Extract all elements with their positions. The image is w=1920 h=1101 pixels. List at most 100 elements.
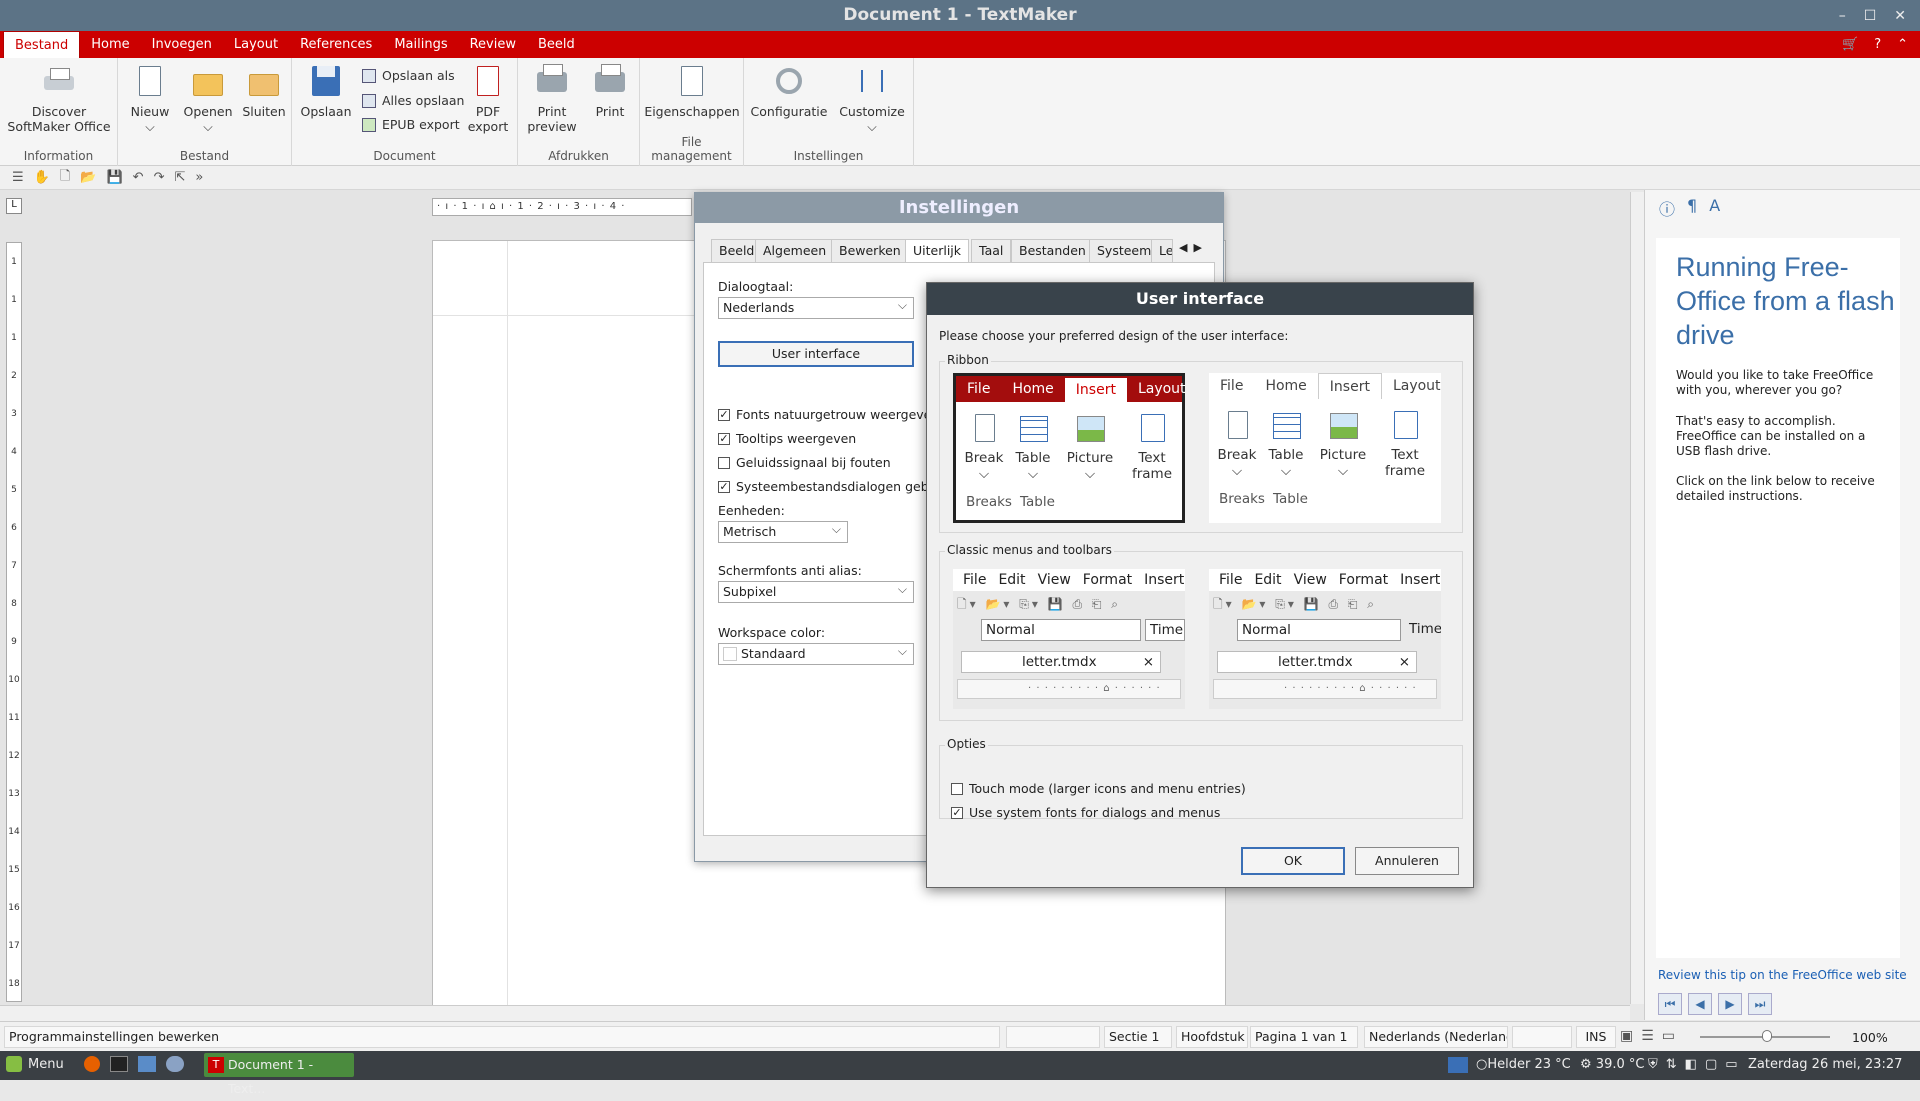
draft-view-icon[interactable]: ▭ bbox=[1662, 1028, 1675, 1044]
classic-design-option-2[interactable]: FileEditViewFormatInsertC 🗋▾ 📂▾ ⎘▾ 💾 ⎙ ⎗… bbox=[1209, 569, 1441, 709]
hand-icon[interactable]: ✋ bbox=[34, 170, 50, 185]
cart-icon[interactable]: 🛒 bbox=[1842, 37, 1858, 52]
tab-systeem[interactable]: Systeem bbox=[1089, 239, 1160, 263]
nieuw-button[interactable]: Nieuw ⌵ bbox=[124, 64, 176, 134]
opslaan-button[interactable]: Opslaan bbox=[296, 64, 356, 119]
weather-status[interactable]: ○Helder 23 °C bbox=[1476, 1057, 1571, 1072]
network-icon[interactable]: ⇅ bbox=[1666, 1057, 1677, 1072]
collapse-ribbon-icon[interactable]: ⌃ bbox=[1897, 37, 1908, 52]
tab-review[interactable]: Review bbox=[459, 31, 527, 58]
pilcrow-icon[interactable]: ¶ bbox=[1687, 196, 1697, 220]
tooltips-checkbox[interactable]: ✓ Tooltips weergeven bbox=[718, 431, 856, 446]
notification-icon[interactable]: ▢ bbox=[1705, 1057, 1717, 1072]
tab-bewerken[interactable]: Bewerken bbox=[831, 239, 909, 263]
tab-scroll-right-icon[interactable]: ▶ bbox=[1193, 241, 1201, 254]
volume-icon[interactable]: ◧ bbox=[1685, 1057, 1697, 1072]
dialoogtaal-select[interactable]: Nederlands bbox=[718, 295, 914, 319]
previous-tip-button[interactable]: ◀ bbox=[1688, 993, 1712, 1015]
undo-icon[interactable]: ↶ bbox=[133, 170, 144, 185]
classic-design-option-1[interactable]: FileEditViewFormatInsertC 🗋▾ 📂▾ ⎘▾ 💾 ⎙ ⎗… bbox=[953, 569, 1185, 709]
minimize-button[interactable]: – bbox=[1839, 8, 1846, 24]
taskbar-window-textmaker[interactable]: T Document 1 - Text... bbox=[204, 1053, 354, 1096]
page-view-icon[interactable]: ▣ bbox=[1620, 1028, 1633, 1044]
clock[interactable]: Zaterdag 26 mei, 23:27 bbox=[1748, 1057, 1902, 1072]
vertical-ruler[interactable]: 1 1 1 2 3 4 5 6 7 8 9 10 11 12 13 14 15 16 17 18 bbox=[6, 242, 22, 1002]
hamburger-menu-icon[interactable]: ☰ bbox=[12, 170, 24, 185]
sluiten-button[interactable]: Sluiten bbox=[238, 64, 290, 119]
tab-mailings[interactable]: Mailings bbox=[383, 31, 458, 58]
view-mode-buttons: ▣ ☰ ▭ bbox=[1620, 1028, 1675, 1044]
status-ins[interactable]: INS bbox=[1576, 1026, 1616, 1048]
styles-icon[interactable]: A bbox=[1709, 196, 1720, 220]
redo-icon[interactable]: ↷ bbox=[154, 170, 165, 185]
ribbon-design-plain-option[interactable]: File Home Insert Layout Break ⌵ Table ⌵ Pi… bbox=[1209, 373, 1441, 523]
fonts-natuurgetrouw-checkbox[interactable]: ✓ Fonts natuurgetrouw weergeven bbox=[718, 407, 939, 422]
preview-text-frame: Text frame bbox=[1377, 409, 1433, 479]
horizontal-ruler[interactable]: · ı · 1 · ı ⌂ ı · 1 · 2 · ı · 3 · ı · 4 … bbox=[432, 198, 692, 216]
close-button[interactable]: ✕ bbox=[1894, 8, 1906, 24]
cancel-button[interactable]: Annuleren bbox=[1355, 847, 1459, 875]
antialias-select[interactable]: Subpixel bbox=[718, 579, 914, 603]
new-icon[interactable]: 🗋 bbox=[60, 167, 70, 189]
battery-icon[interactable]: ▭ bbox=[1725, 1057, 1737, 1072]
tab-invoegen[interactable]: Invoegen bbox=[141, 31, 223, 58]
customize-button[interactable]: Customize ⌵ bbox=[834, 64, 910, 134]
tab-algemeen[interactable]: Algemeen bbox=[755, 239, 835, 263]
status-language[interactable]: Nederlands (Nederland bbox=[1364, 1026, 1508, 1048]
tip-link[interactable]: Review this tip on the FreeOffice web si… bbox=[1658, 968, 1907, 982]
app-icon[interactable] bbox=[166, 1056, 184, 1072]
configuratie-button[interactable]: Configuratie bbox=[748, 64, 830, 119]
tab-home[interactable]: Home bbox=[80, 31, 140, 58]
tab-bestand[interactable]: Bestand bbox=[3, 31, 81, 58]
geluidssignaal-checkbox[interactable]: Geluidssignaal bij fouten bbox=[718, 455, 891, 470]
shield-icon[interactable]: ⛨ bbox=[1648, 1057, 1658, 1072]
help-icon[interactable]: ? bbox=[1874, 37, 1881, 52]
vertical-scrollbar[interactable] bbox=[1630, 192, 1644, 1004]
user-interface-button[interactable]: User interface bbox=[718, 341, 914, 367]
maximize-button[interactable]: ☐ bbox=[1864, 8, 1877, 24]
next-tip-button[interactable]: ▶ bbox=[1718, 993, 1742, 1015]
firefox-icon[interactable] bbox=[84, 1056, 100, 1072]
touch-mode-checkbox[interactable]: Touch mode (larger icons and menu entrie… bbox=[951, 781, 1246, 796]
open-icon[interactable]: 📂 bbox=[80, 170, 96, 185]
file-manager-icon[interactable] bbox=[138, 1056, 156, 1072]
pdf-export-button[interactable]: PDF export bbox=[460, 64, 516, 134]
discover-button[interactable]: Discover SoftMaker Office bbox=[4, 64, 114, 134]
print-preview-button[interactable]: Print preview bbox=[522, 64, 582, 134]
zoom-slider-handle[interactable] bbox=[1762, 1030, 1772, 1042]
pointer-icon[interactable]: ⇱ bbox=[174, 170, 185, 185]
more-icon[interactable]: » bbox=[195, 170, 203, 185]
save-icon[interactable]: 💾 bbox=[106, 170, 122, 185]
alles-opslaan-button[interactable]: Alles opslaan bbox=[362, 93, 464, 108]
tab-scroll-left-icon[interactable]: ◀ bbox=[1179, 241, 1187, 254]
desktop-icon[interactable] bbox=[1448, 1057, 1468, 1073]
eigenschappen-button[interactable]: Eigenschappen bbox=[642, 64, 742, 119]
tab-taal[interactable]: Taal bbox=[971, 239, 1012, 263]
tab-bestanden[interactable]: Bestanden bbox=[1011, 239, 1094, 263]
terminal-icon[interactable] bbox=[110, 1056, 128, 1072]
tab-uiterlijk[interactable]: Uiterlijk bbox=[905, 239, 970, 263]
start-menu-button[interactable]: Menu bbox=[6, 1056, 64, 1072]
tab-beeld[interactable]: Beeld bbox=[527, 31, 586, 58]
workspace-color-select[interactable]: Standaard bbox=[718, 641, 914, 665]
ui-prompt: Please choose your preferred design of t… bbox=[939, 329, 1289, 343]
ribbon-design-red-option[interactable]: File Home Insert Layout Break ⌵ Table ⌵ Pi… bbox=[953, 373, 1186, 523]
tab-layout[interactable]: Layout bbox=[223, 31, 289, 58]
epub-export-button[interactable]: EPUB export bbox=[362, 117, 460, 132]
preview-toolbar: 🗋▾ 📂▾ ⎘▾ 💾 ⎙ ⎗ ⌕ bbox=[957, 597, 1122, 611]
last-tip-button[interactable]: ⏭ bbox=[1748, 993, 1772, 1015]
info-icon[interactable]: ⓘ bbox=[1659, 196, 1675, 220]
first-tip-button[interactable]: ⏮ bbox=[1658, 993, 1682, 1015]
eenheden-select[interactable]: Metrisch bbox=[718, 519, 848, 543]
print-button[interactable]: Print bbox=[584, 64, 636, 119]
horizontal-scrollbar[interactable] bbox=[0, 1005, 1630, 1021]
tab-lettertypen[interactable]: Lett bbox=[1151, 239, 1173, 263]
tab-references[interactable]: References bbox=[289, 31, 383, 58]
opslaan-als-button[interactable]: Opslaan als bbox=[362, 68, 455, 83]
system-fonts-checkbox[interactable]: ✓ Use system fonts for dialogs and menus bbox=[951, 805, 1220, 820]
ok-button[interactable]: OK bbox=[1241, 847, 1345, 875]
outline-view-icon[interactable]: ☰ bbox=[1641, 1028, 1654, 1044]
tab-stop-icon[interactable]: L bbox=[6, 198, 22, 214]
openen-button[interactable]: Openen ⌵ bbox=[180, 64, 236, 134]
zoom-level[interactable]: 100% bbox=[1852, 1030, 1888, 1045]
